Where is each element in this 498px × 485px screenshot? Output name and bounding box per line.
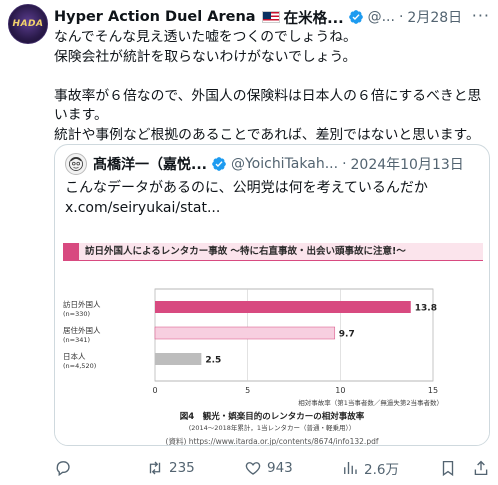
verified-badge-icon xyxy=(348,9,364,25)
chart-subtitle: (2014～2018年累計，1当レンタカー（普通・軽乗用）） xyxy=(189,423,356,432)
image-banner: 訪日外国人によるレンタカー事故 ～特に右直事故・出会い頭事故に注意!～ xyxy=(63,243,483,261)
views-button[interactable]: 2.6万 xyxy=(341,458,399,478)
like-button[interactable]: 943 xyxy=(244,459,293,477)
reply-icon xyxy=(56,461,70,477)
display-name-tail[interactable]: 在米格... xyxy=(284,7,344,28)
x-tick-label: 0 xyxy=(152,386,157,395)
tweet-line: 統計や事例など根拠のあることであれば、差別ではないと思います。 xyxy=(54,126,480,143)
banner-marker xyxy=(63,243,79,261)
category-label: 居住外国人 xyxy=(63,325,101,335)
tweet-line xyxy=(54,67,490,87)
face-sketch-icon xyxy=(69,157,83,171)
more-options-icon[interactable]: ··· xyxy=(472,6,490,25)
quote-avatar xyxy=(65,153,87,175)
quote-text: こんなデータがあるのに、公明党は何を考えているんだか x.com/seiryuk… xyxy=(65,178,481,218)
category-n-label: (n=330) xyxy=(63,310,90,318)
bookmark-icon xyxy=(442,460,454,477)
repost-count: 235 xyxy=(169,460,195,476)
quoted-tweet[interactable]: 髙橋洋一（嘉悦... @YoichiTakah... · 2024年10月13日… xyxy=(54,144,490,446)
user-handle[interactable]: @... xyxy=(368,9,395,25)
display-name[interactable]: Hyper Action Duel Arena xyxy=(54,9,256,25)
quote-image[interactable]: 訪日外国人によるレンタカー事故 ～特に右直事故・出会い頭事故に注意!～ 0 5 10… xyxy=(55,227,489,446)
quote-display-name[interactable]: 髙橋洋一（嘉悦... xyxy=(93,154,207,174)
x-axis-label: 相対事故率（第1当事者数／無過失第2当事者数） xyxy=(298,398,443,407)
bar xyxy=(154,326,336,340)
quote-link[interactable]: x.com/seiryukai/stat... xyxy=(65,198,481,218)
avatar-logo: HADA xyxy=(12,19,44,29)
category-label: 日本人 xyxy=(63,351,86,361)
image-banner-text: 訪日外国人によるレンタカー事故 ～特に右直事故・出会い頭事故に注意!～ xyxy=(85,246,406,257)
quote-text-line: こんなデータがあるのに、公明党は何を考えているんだか xyxy=(65,180,428,196)
tweet: HADA Hyper Action Duel Arena 在米格... @...… xyxy=(0,0,498,485)
x-tick-label: 15 xyxy=(428,386,438,395)
quote-handle[interactable]: @YoichiTakah... xyxy=(231,156,338,172)
repost-button[interactable]: 235 xyxy=(146,459,195,477)
tweet-text: なんでそんな見え透いた嘘をつくのでしょうね。 保険会社が統計を取らないわけがない… xyxy=(54,28,490,145)
bar-value-label: 9.7 xyxy=(339,330,355,340)
bookmark-button[interactable] xyxy=(439,459,457,477)
share-button[interactable] xyxy=(472,459,490,477)
bar-value-label: 2.5 xyxy=(205,356,221,366)
tweet-line: なんでそんな見え透いた嘘をつくのでしょうね。 xyxy=(54,29,357,45)
post-date[interactable]: 2月28日 xyxy=(407,7,462,27)
quote-date[interactable]: 2024年10月13日 xyxy=(351,154,464,174)
views-count: 2.6万 xyxy=(364,462,399,478)
category-n-label: (n=4,520) xyxy=(63,362,96,370)
reply-button[interactable] xyxy=(54,459,77,477)
verified-badge-icon xyxy=(211,156,227,172)
views-icon xyxy=(344,462,357,474)
like-count: 943 xyxy=(267,460,293,476)
separator-dot: · xyxy=(398,9,404,25)
tweet-line: 保険会社が統計を取らないわけがないでしょう。 xyxy=(54,48,357,65)
separator-dot: · xyxy=(342,156,347,172)
quote-header: 髙橋洋一（嘉悦... @YoichiTakah... · 2024年10月13日 xyxy=(65,153,481,175)
repost-icon xyxy=(149,461,161,475)
category-label: 訪日外国人 xyxy=(63,299,101,309)
chart-source: (資料) https://www.itarda.or.jp/contents/8… xyxy=(166,436,379,446)
bar xyxy=(155,353,202,365)
user-avatar[interactable]: HADA xyxy=(8,4,48,44)
rental-car-accident-chart: 0 5 10 15 訪日外国人(n=330) 13.8 居住外国人(n=341) 9.7 日本人… xyxy=(63,288,443,446)
heart-icon xyxy=(245,462,261,475)
bar-value-label: 13.8 xyxy=(415,304,437,314)
x-tick-label: 10 xyxy=(335,386,345,395)
action-bar: 235 943 2.6万 xyxy=(54,458,490,478)
share-icon xyxy=(474,460,488,476)
x-tick-label: 5 xyxy=(245,386,250,395)
tweet-line: 事故率が６倍なので、外国人の保険料は日本人の６倍にするべきと思います。 xyxy=(54,87,482,124)
chart-title: 図4 観光・娯楽目的のレンタカーの相対事故率 xyxy=(180,411,365,422)
bar xyxy=(155,301,411,313)
category-n-label: (n=341) xyxy=(63,336,90,344)
us-flag-icon xyxy=(261,11,280,23)
tweet-header: Hyper Action Duel Arena 在米格... @... · 2月… xyxy=(54,6,490,28)
